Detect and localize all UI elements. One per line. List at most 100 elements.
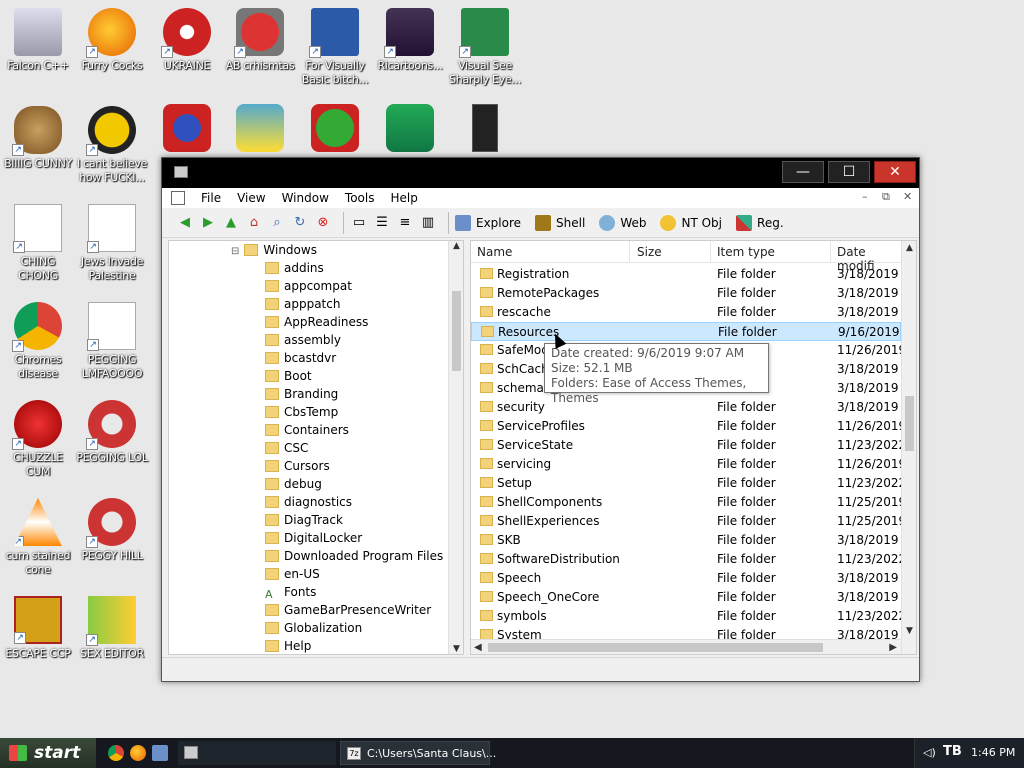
desktop-icon[interactable]: ↗ Visual See Sharply Eye... [447,8,523,87]
tree-item[interactable]: Branding [265,385,338,403]
scroll-up-icon[interactable]: ▲ [902,243,916,253]
file-list-scrollbar[interactable]: ▲ ▼ [901,241,916,654]
clock[interactable]: 1:46 PM [971,746,1015,759]
mdi-close-icon[interactable]: ✕ [903,190,912,203]
desktop-icon[interactable]: ↗ PEGGY HILL [74,498,150,563]
folder-tree[interactable]: ⊟ Windows addins appcompat apppatch AppReadi… [168,240,464,655]
tree-item[interactable]: Containers [265,421,349,439]
file-row[interactable]: Speech File folder 3/18/2019 9 [471,569,910,588]
file-manager-window[interactable]: — ☐ ✕ File View Window Tools Help – ⧉ ✕ … [161,157,920,682]
desktop-icon[interactable]: ↗ PEGGING LMFAOOOO [74,302,150,381]
taskbar-item-app[interactable] [178,741,336,765]
tree-collapse-icon[interactable]: ⊟ [231,246,239,257]
up-arrow-icon[interactable]: ▲ [222,214,240,232]
file-row[interactable]: Registration File folder 3/18/2019 9 [471,265,910,284]
refresh-icon[interactable]: ↻ [291,214,309,232]
tree-item[interactable]: DiagTrack [265,511,343,529]
mdi-minimize-icon[interactable]: – [862,190,868,203]
scroll-thumb[interactable] [905,396,914,451]
reg-button[interactable]: Reg. [736,214,784,231]
desktop-icon[interactable]: ↗ For Visually Basic bitch... [297,8,373,87]
column-divider[interactable] [710,241,711,263]
home-icon[interactable]: ⌂ [245,214,263,232]
scroll-thumb[interactable] [488,643,823,652]
scroll-up-icon[interactable]: ▲ [449,241,463,251]
desktop-icon[interactable]: ↗ cum stained cone [0,498,76,577]
tree-item[interactable]: CbsTemp [265,403,338,421]
tree-item[interactable]: assembly [265,331,341,349]
file-row[interactable]: servicing File folder 11/26/2019 [471,455,906,474]
chrome-icon[interactable] [108,745,124,761]
back-arrow-icon[interactable]: ◀ [176,214,194,232]
tree-item[interactable]: apppatch [265,295,340,313]
column-size[interactable]: Size [637,245,662,259]
file-list[interactable]: Name ^ Size Item type Date modifi Regist… [470,240,917,655]
menu-tools[interactable]: Tools [337,191,383,205]
tree-item[interactable]: Help [265,637,311,654]
file-row[interactable]: SoftwareDistribution File folder 11/23/202… [471,550,906,569]
tray-app-icon[interactable]: TB [943,744,962,759]
web-button[interactable]: Web [599,214,646,231]
view-list-icon[interactable]: ≡ [396,214,414,232]
document-icon[interactable] [171,191,185,205]
file-row[interactable]: SKB File folder 3/18/2019 9 [471,531,910,550]
tree-item-root[interactable]: ⊟ Windows [231,241,317,259]
desktop-icon[interactable]: ↗ SEX EDITOR [74,596,150,661]
shell-button[interactable]: Shell [535,214,585,231]
tree-item[interactable]: Cursors [265,457,330,475]
desktop-icon[interactable] [297,104,373,155]
desktop-icon[interactable]: Falcon C++ [0,8,76,73]
scroll-down-icon[interactable]: ▼ [449,644,463,654]
computer-icon[interactable] [152,745,168,761]
close-button[interactable]: ✕ [874,161,916,183]
desktop-icon[interactable]: ↗ ESCAPE CCP [0,596,76,661]
desktop-icon[interactable] [372,104,448,155]
tree-item[interactable]: addins [265,259,324,277]
column-divider[interactable] [830,241,831,263]
tree-item[interactable]: A Fonts [265,583,316,601]
firefox-icon[interactable] [130,745,146,761]
desktop-icon[interactable] [149,104,225,155]
tree-item[interactable]: GameBarPresenceWriter [265,601,431,619]
desktop-icon[interactable]: ↗ PEGGING LOL [74,400,150,465]
file-row[interactable]: symbols File folder 11/23/2022 [471,607,906,626]
view-large-icons-icon[interactable]: ▭ [350,214,368,232]
title-bar[interactable]: — ☐ ✕ [162,158,919,188]
search-icon[interactable]: ⌕ [268,214,286,232]
file-row[interactable]: Resources File folder 9/16/2019 1 [471,322,911,341]
file-row[interactable]: ShellComponents File folder 11/25/2019 [471,493,906,512]
tree-item[interactable]: Globalization [265,619,362,637]
tree-item[interactable]: diagnostics [265,493,352,511]
tree-item[interactable]: en-US [265,565,320,583]
tree-item[interactable]: debug [265,475,322,493]
scroll-right-icon[interactable]: ▶ [889,640,897,654]
tree-item[interactable]: bcastdvr [265,349,336,367]
scroll-thumb[interactable] [452,291,461,371]
tree-item[interactable]: CSC [265,439,308,457]
tree-item[interactable]: appcompat [265,277,352,295]
desktop-icon[interactable]: ↗ Jews Invade Palestine [74,204,150,283]
file-row[interactable]: Speech_OneCore File folder 3/18/2019 9 [471,588,910,607]
desktop-icon[interactable] [447,104,523,155]
file-row[interactable]: RemotePackages File folder 3/18/2019 1 [471,284,910,303]
desktop-icon[interactable]: ↗ Furry Cocks [74,8,150,73]
file-row[interactable]: ServiceProfiles File folder 11/26/2019 [471,417,906,436]
taskbar-item-7zip[interactable]: 7z C:\Users\Santa Claus\... [340,741,496,765]
tree-item[interactable]: DigitalLocker [265,529,362,547]
nt-obj-button[interactable]: NT Obj [660,214,722,231]
desktop-icon[interactable]: ↗ I cant believe how FUCKI... [74,106,150,185]
forward-arrow-icon[interactable]: ▶ [199,214,217,232]
start-button[interactable]: start [0,738,96,768]
stop-icon[interactable]: ⊗ [314,214,332,232]
desktop-icon[interactable]: ↗ CHUZZLE CUM [0,400,76,479]
minimize-button[interactable]: — [782,161,824,183]
tree-scrollbar[interactable]: ▲ ▼ [448,241,463,654]
mdi-restore-icon[interactable]: ⧉ [882,190,890,204]
menu-help[interactable]: Help [382,191,425,205]
desktop-icon[interactable]: ↗ BIIIIG CUNNY [0,106,76,171]
view-details-icon[interactable]: ▥ [419,214,437,232]
column-type[interactable]: Item type [717,245,775,259]
desktop-icon[interactable]: ↗ CHING CHONG [0,204,76,283]
file-row[interactable]: ShellExperiences File folder 11/25/2019 [471,512,906,531]
menu-window[interactable]: Window [274,191,337,205]
